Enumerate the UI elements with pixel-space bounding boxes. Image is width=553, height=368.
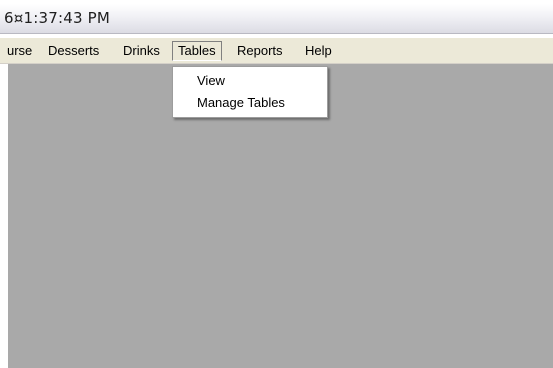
tables-dropdown-menu: View Manage Tables [172,66,328,118]
menu-desserts[interactable]: Desserts [43,41,104,61]
menu-bar: urse Desserts Drinks Tables Reports Help [0,38,553,64]
menu-item-manage-tables[interactable]: Manage Tables [173,93,327,113]
menu-drinks[interactable]: Drinks [118,41,165,61]
menu-item-view[interactable]: View [173,71,327,91]
menu-reports[interactable]: Reports [232,41,288,61]
menu-tables[interactable]: Tables [172,41,222,61]
menu-help[interactable]: Help [300,41,337,61]
window-title: 6¤1:37:43 PM [4,9,111,27]
menu-main-course[interactable]: urse [2,41,37,61]
title-bar: 6¤1:37:43 PM [0,4,553,34]
